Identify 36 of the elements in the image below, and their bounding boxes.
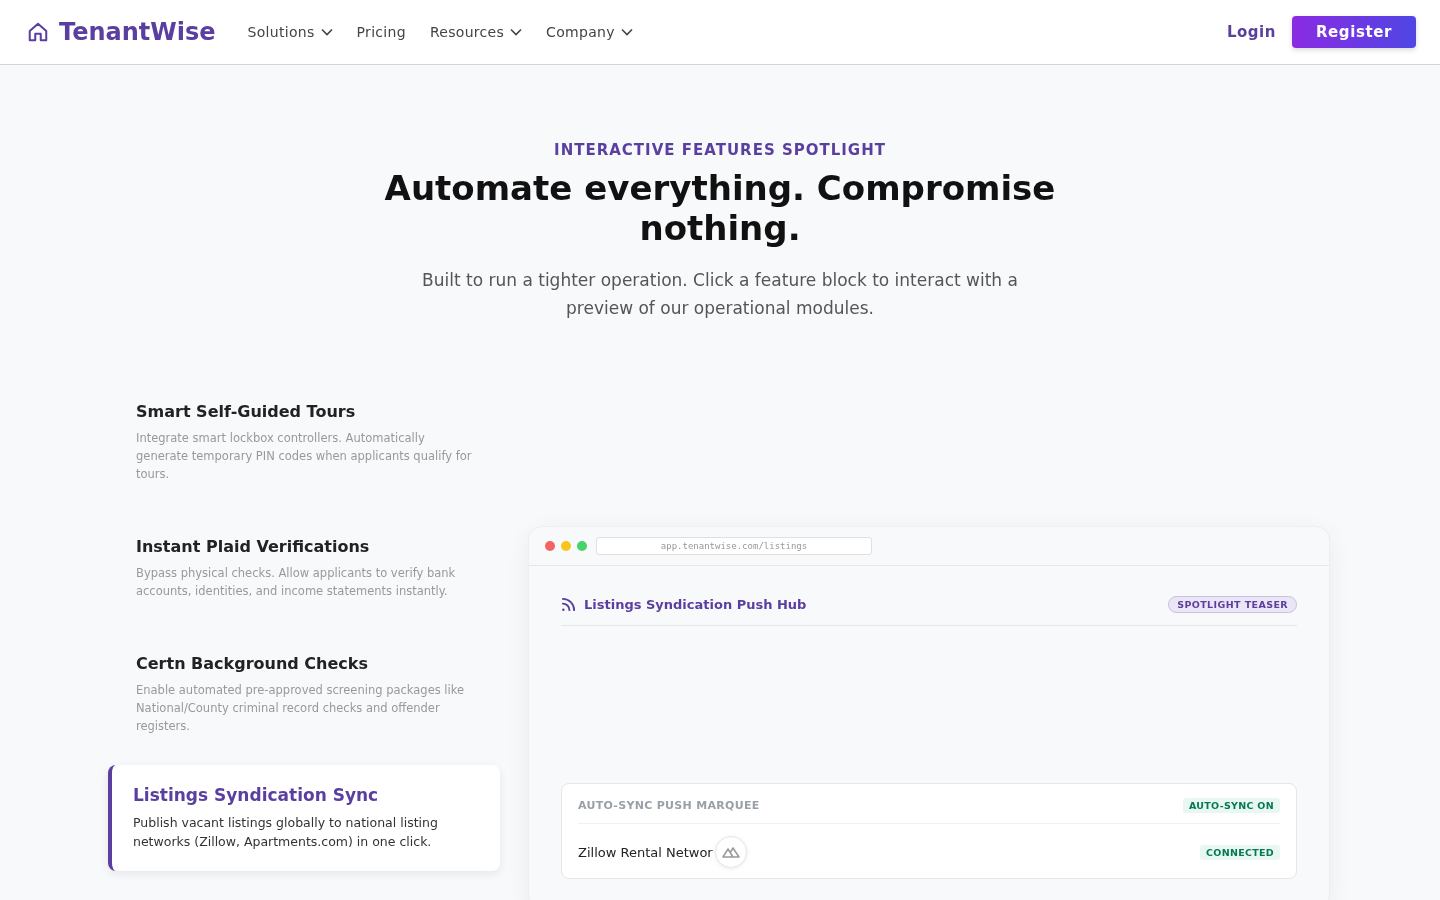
feature-description: Integrate smart lockbox controllers. Automatically generate temporary PIN codes when applicants qualify for tours. xyxy=(136,430,472,483)
feature-item[interactable]: Smart Self-Guided Tours Integrate smart lockbox controllers. Automatically generate temporary PIN codes when applicants qualify for tours. xyxy=(108,388,500,503)
network-name: Zillow Rental Networ xyxy=(578,844,713,860)
close-dot-icon xyxy=(545,541,555,551)
status-badge: AUTO-SYNC ON xyxy=(1182,798,1280,813)
nav-link[interactable]: Resources xyxy=(429,24,523,40)
status-badge: CONNECTED xyxy=(1200,844,1280,860)
spotlight-badge: SPOTLIGHT TEASER xyxy=(1168,596,1297,613)
feature-title: Smart Self-Guided Tours xyxy=(136,402,357,421)
minimize-dot-icon xyxy=(561,541,571,551)
register-button[interactable]: Register xyxy=(1291,16,1416,48)
feature-item[interactable]: Instant Plaid Verifications Bypass physical checks. Allow applicants to verify bank accounts, identities, and income statements instantly. xyxy=(108,513,500,620)
feature-item[interactable]: Certn Background Checks Enable automated pre-approved screening packages like National/County criminal record checks and offender registers. xyxy=(108,630,500,755)
maximize-dot-icon xyxy=(577,541,587,551)
hero-title: Automate everything. Compromise nothing. xyxy=(383,168,1057,248)
eyebrow-text: INTERACTIVE FEATURES SPOTLIGHT xyxy=(553,141,887,159)
panel-title: AUTO-SYNC PUSH MARQUEE xyxy=(578,799,760,812)
login-link[interactable]: Login xyxy=(1227,23,1276,41)
feature-title: Instant Plaid Verifications xyxy=(136,537,371,556)
house-icon xyxy=(27,21,49,43)
mountain-icon xyxy=(721,846,740,858)
nav-link[interactable]: Company xyxy=(546,24,633,40)
feature-title: Listings Syndication Sync xyxy=(133,785,380,805)
feature-description: Enable automated pre-approved screening packages like National/County criminal record checks and offender registers. xyxy=(136,682,466,735)
hero-subtitle: Built to run a tighter operation. Click a feature block to interact with a preview of our operational modules. xyxy=(421,269,1019,320)
nav-link[interactable]: Solutions xyxy=(247,24,333,40)
brand-logo-link[interactable]: TenantWise xyxy=(59,18,216,46)
floating-action-button[interactable] xyxy=(714,836,747,868)
nav-link[interactable]: Pricing xyxy=(356,24,406,40)
feature-description: Bypass physical checks. Allow applicants to verify bank accounts, identities, and income statements instantly. xyxy=(136,565,457,600)
rss-feed-icon xyxy=(561,597,576,612)
feature-item[interactable]: Listings Syndication Sync Publish vacant listings globally to national listing networks (Zillow, Apartments.com) in one click. xyxy=(108,765,500,871)
feature-title: Certn Background Checks xyxy=(136,654,369,673)
url-bar: app.tenantwise.com/listings xyxy=(596,537,872,555)
feature-description: Publish vacant listings globally to national listing networks (Zillow, Apartments.com) in one click. xyxy=(133,814,439,851)
preview-title: Listings Syndication Push Hub xyxy=(584,597,807,612)
